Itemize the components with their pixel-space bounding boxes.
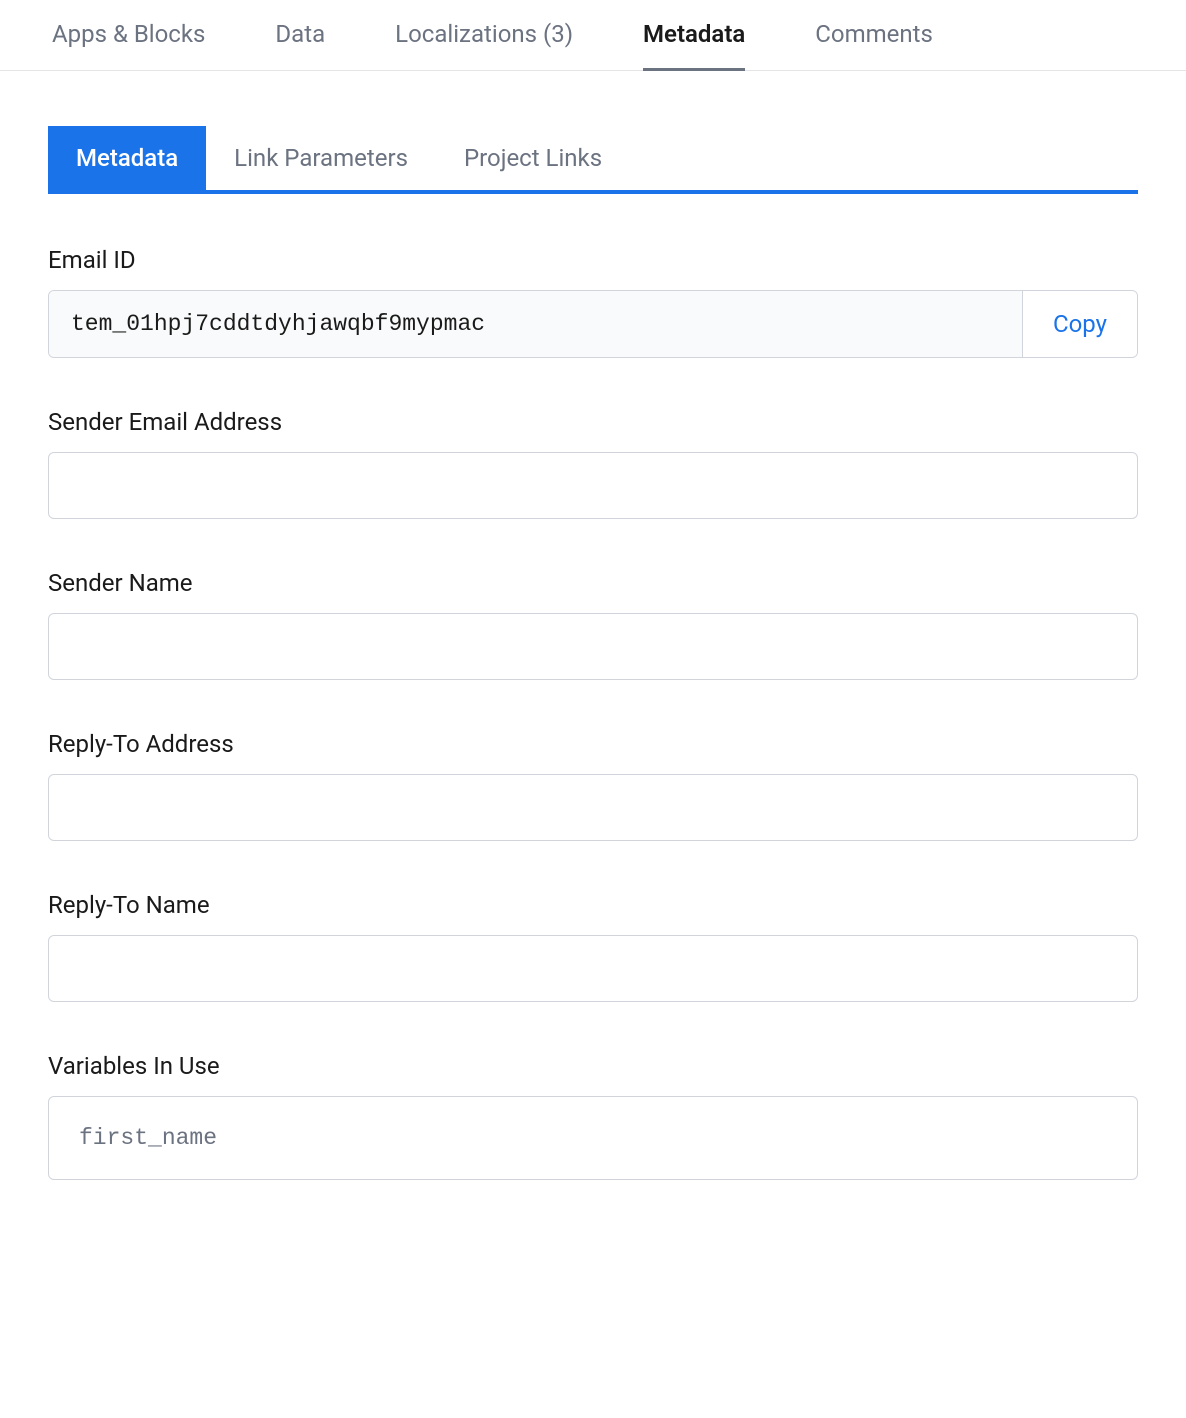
email-id-copy-field: tem_01hpj7cddtdyhjawqbf9mypmac Copy — [48, 290, 1138, 358]
tab-data[interactable]: Data — [275, 20, 325, 70]
input-sender-email[interactable] — [48, 452, 1138, 519]
sub-tab-bar: Metadata Link Parameters Project Links — [48, 126, 1138, 194]
field-sender-name: Sender Name — [48, 569, 1138, 680]
copy-button[interactable]: Copy — [1023, 291, 1137, 357]
tab-localizations[interactable]: Localizations (3) — [395, 20, 573, 70]
input-sender-name[interactable] — [48, 613, 1138, 680]
sub-tab-link-parameters[interactable]: Link Parameters — [206, 126, 436, 190]
top-tab-bar: Apps & Blocks Data Localizations (3) Met… — [0, 0, 1186, 71]
tab-localizations-count: (3) — [543, 20, 573, 48]
field-reply-to-address: Reply-To Address — [48, 730, 1138, 841]
variables-value: first_name — [48, 1096, 1138, 1180]
label-variables: Variables In Use — [48, 1052, 1138, 1080]
content-area: Metadata Link Parameters Project Links E… — [0, 71, 1186, 1270]
tab-apps-blocks[interactable]: Apps & Blocks — [52, 20, 205, 70]
field-reply-to-name: Reply-To Name — [48, 891, 1138, 1002]
label-sender-email: Sender Email Address — [48, 408, 1138, 436]
label-sender-name: Sender Name — [48, 569, 1138, 597]
input-reply-to-address[interactable] — [48, 774, 1138, 841]
field-email-id: Email ID tem_01hpj7cddtdyhjawqbf9mypmac … — [48, 246, 1138, 358]
input-reply-to-name[interactable] — [48, 935, 1138, 1002]
label-reply-to-name: Reply-To Name — [48, 891, 1138, 919]
sub-tab-project-links[interactable]: Project Links — [436, 126, 630, 190]
tab-comments[interactable]: Comments — [815, 20, 933, 70]
label-email-id: Email ID — [48, 246, 1138, 274]
field-variables: Variables In Use first_name — [48, 1052, 1138, 1180]
email-id-value: tem_01hpj7cddtdyhjawqbf9mypmac — [49, 291, 1023, 357]
sub-tab-metadata[interactable]: Metadata — [48, 126, 206, 190]
field-sender-email: Sender Email Address — [48, 408, 1138, 519]
tab-metadata[interactable]: Metadata — [643, 20, 745, 70]
tab-localizations-label: Localizations — [395, 20, 537, 48]
label-reply-to-address: Reply-To Address — [48, 730, 1138, 758]
